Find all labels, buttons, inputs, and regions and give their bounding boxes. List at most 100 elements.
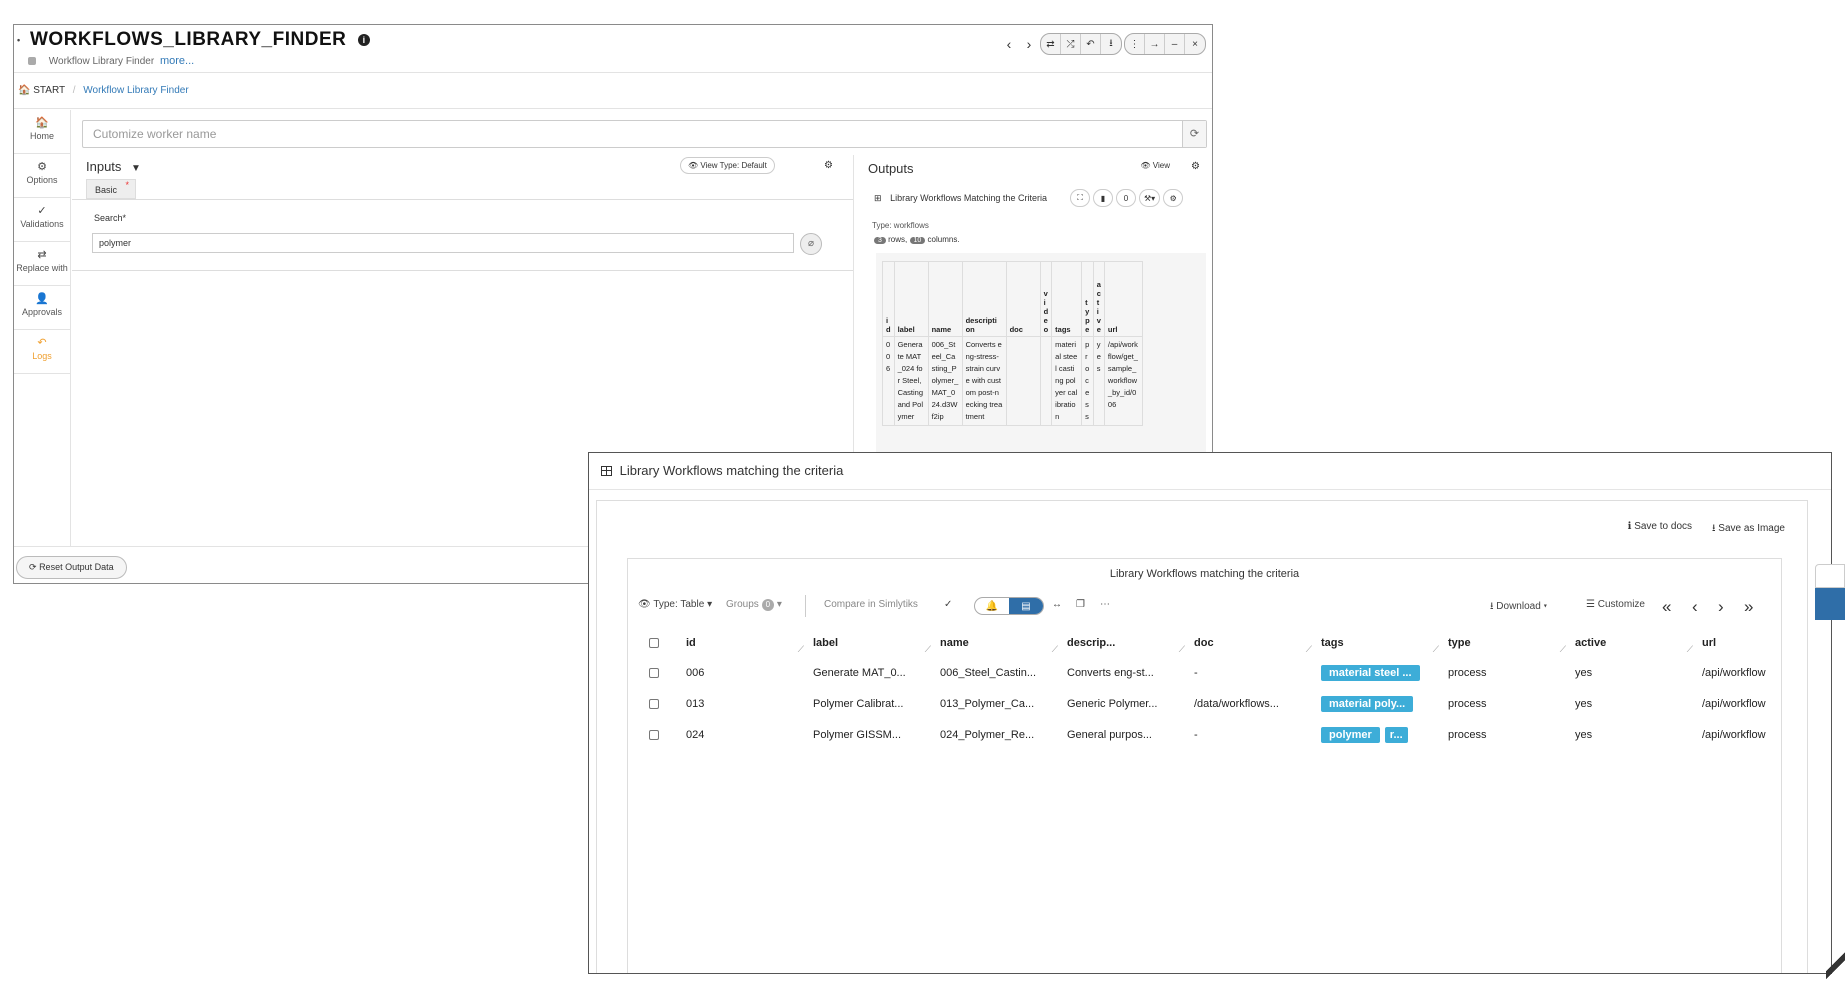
resize-horizontal-icon[interactable]: ↔ bbox=[1052, 599, 1062, 610]
col-header-name[interactable]: name ⟋ bbox=[939, 629, 1066, 657]
gear-icon[interactable]: ⚙ bbox=[1191, 161, 1200, 172]
check-icon[interactable]: ✓ bbox=[944, 599, 952, 610]
breadcrumb-current[interactable]: Workflow Library Finder bbox=[83, 85, 188, 96]
download-label: Download bbox=[1496, 601, 1541, 612]
count-button[interactable]: 0 bbox=[1116, 189, 1136, 207]
nav-back-icon[interactable]: ‹ bbox=[1000, 36, 1018, 52]
resize-handle-icon[interactable]: ⟋ bbox=[1179, 644, 1185, 655]
chart-icon[interactable]: ▮ bbox=[1093, 189, 1113, 207]
resize-handle-icon[interactable]: ⟋ bbox=[925, 644, 931, 655]
paperclip-icon[interactable]: ⌀ bbox=[800, 233, 822, 255]
col-header-tags[interactable]: tags ⟋ bbox=[1320, 629, 1447, 657]
select-all-checkbox[interactable] bbox=[649, 638, 659, 649]
resize-handle-icon[interactable]: ⟋ bbox=[1052, 644, 1058, 655]
columns-text: columns. bbox=[927, 235, 960, 244]
reset-output-data-button[interactable]: ⟳ Reset Output Data bbox=[16, 556, 127, 579]
edge-tab-active[interactable] bbox=[1815, 588, 1845, 620]
edge-tab-top[interactable] bbox=[1815, 564, 1845, 588]
view-toggle[interactable]: 🔔 ▤ bbox=[974, 597, 1044, 615]
table-row[interactable]: 024 Polymer GISSM... 024_Polymer_Re... G… bbox=[648, 719, 1783, 750]
minimize-icon[interactable]: – bbox=[1165, 34, 1185, 54]
col-header-doc[interactable]: doc ⟋ bbox=[1193, 629, 1320, 657]
table-icon: ⊞ bbox=[874, 193, 882, 203]
table-view-icon[interactable]: ▤ bbox=[1009, 598, 1043, 614]
table-row[interactable]: 006 Generate MAT_0... 006_Steel_Castin..… bbox=[648, 657, 1783, 688]
type-table-dropdown[interactable]: 👁 Type: Table ▾ bbox=[638, 599, 712, 610]
nav-item-validations[interactable]: ✓ Validations bbox=[14, 198, 70, 242]
next-page-icon[interactable]: › bbox=[1718, 597, 1724, 617]
info-icon[interactable]: i bbox=[358, 33, 371, 46]
row-checkbox[interactable] bbox=[649, 667, 659, 678]
shuffle-icon[interactable]: ⤮ bbox=[1061, 34, 1081, 54]
gear-icon[interactable]: ⚙ bbox=[824, 160, 833, 171]
library-workflows-heading: ⊞ Library Workflows Matching the Criteri… bbox=[874, 193, 1047, 204]
gear-icon[interactable]: ⚙ bbox=[1163, 189, 1184, 207]
compare-in-simlytiks-button[interactable]: Compare in Simlytiks bbox=[824, 599, 918, 610]
nav-forward-icon[interactable]: › bbox=[1020, 36, 1038, 52]
cell-url: /api/workflow bbox=[1702, 728, 1766, 741]
col-header-description[interactable]: descrip... ⟋ bbox=[1066, 629, 1193, 657]
pin-icon[interactable] bbox=[28, 57, 36, 66]
nav-item-options[interactable]: ⚙ Options bbox=[14, 154, 70, 198]
col-header-label[interactable]: label ⟋ bbox=[812, 629, 939, 657]
save-buttons: ℹ Save to docs ⭳ Save as Image bbox=[1628, 521, 1785, 538]
row-checkbox[interactable] bbox=[649, 698, 659, 709]
save-as-image-button[interactable]: ⭳ Save as Image bbox=[1712, 521, 1785, 538]
tag-badge: r... bbox=[1384, 726, 1408, 743]
resize-handle-icon[interactable]: ⟋ bbox=[1687, 644, 1693, 655]
nav-item-label: Options bbox=[26, 175, 58, 185]
tools-icon[interactable]: ⚒▾ bbox=[1139, 189, 1161, 207]
worker-name-input[interactable]: Cutomize worker name ⟳ bbox=[82, 120, 1207, 148]
side-edge-tab[interactable] bbox=[1815, 564, 1845, 624]
nav-item-approvals[interactable]: 👤 Approvals bbox=[14, 286, 70, 330]
prev-page-icon[interactable]: ‹ bbox=[1692, 597, 1698, 617]
nav-item-home[interactable]: 🏠 Home bbox=[14, 110, 70, 154]
bell-icon[interactable]: 🔔 bbox=[975, 598, 1009, 614]
nav-item-label: Replace with bbox=[16, 263, 68, 273]
required-marker: * bbox=[122, 213, 127, 223]
inputs-title[interactable]: Inputs ▼ bbox=[86, 159, 141, 174]
resize-handle-icon[interactable]: ⟋ bbox=[1560, 644, 1566, 655]
first-page-icon[interactable]: « bbox=[1662, 597, 1671, 617]
tab-divider bbox=[72, 199, 853, 200]
resize-handle-icon[interactable]: ⟋ bbox=[798, 644, 804, 655]
groups-dropdown[interactable]: Groups 0 ▾ bbox=[726, 599, 782, 611]
table-row[interactable]: 013 Polymer Calibrat... 013_Polymer_Ca..… bbox=[648, 688, 1783, 719]
col-header-active[interactable]: active ⟋ bbox=[1574, 629, 1701, 657]
caret-down-icon: ▾ bbox=[776, 599, 782, 610]
tab-basic-label: Basic bbox=[95, 185, 118, 195]
refresh-icon[interactable]: ⟳ bbox=[1182, 121, 1206, 147]
cell: Generate MAT_024 for Steel, Casting and … bbox=[893, 336, 929, 426]
row-checkbox[interactable] bbox=[649, 729, 659, 740]
arrow-right-icon[interactable]: → bbox=[1145, 34, 1165, 54]
table-row[interactable]: 0 0 6 Generate MAT_024 for Steel, Castin… bbox=[882, 336, 1143, 426]
download-dropdown[interactable]: ⭳ Download ▾ bbox=[1490, 599, 1547, 616]
undo-icon[interactable]: ↶ bbox=[1081, 34, 1101, 54]
view-type-button[interactable]: 👁 View Type: Default bbox=[680, 157, 775, 174]
tab-basic[interactable]: Basic * bbox=[86, 179, 136, 199]
more-link[interactable]: more... bbox=[160, 55, 194, 67]
nav-item-label: Logs bbox=[32, 351, 52, 361]
download-icon[interactable]: ⭳ bbox=[1101, 34, 1121, 54]
close-icon[interactable]: × bbox=[1185, 34, 1205, 54]
col-header-type[interactable]: type ⟋ bbox=[1447, 629, 1574, 657]
resize-grip-icon[interactable] bbox=[1826, 950, 1845, 984]
customize-button[interactable]: ☰ Customize bbox=[1586, 599, 1645, 610]
save-to-docs-button[interactable]: ℹ Save to docs bbox=[1628, 521, 1692, 538]
nav-item-logs[interactable]: ↶ Logs bbox=[14, 330, 70, 374]
col-header-id[interactable]: id ⟋ bbox=[685, 629, 812, 657]
last-page-icon[interactable]: » bbox=[1744, 597, 1753, 617]
col-header-url[interactable]: url bbox=[1701, 629, 1783, 657]
view-button[interactable]: 👁 View bbox=[1140, 161, 1170, 170]
breadcrumb-home[interactable]: 🏠 START bbox=[18, 85, 68, 96]
resize-handle-icon[interactable]: ⟋ bbox=[1306, 644, 1312, 655]
menu-icon[interactable]: ⋮ bbox=[1125, 34, 1145, 54]
swap-icon[interactable]: ⇄ bbox=[1041, 34, 1061, 54]
copy-icon[interactable]: ❐ bbox=[1076, 599, 1085, 610]
expand-icon[interactable]: ⛶ bbox=[1070, 189, 1090, 207]
library-buttons: ⛶ ▮ 0 ⚒▾ ⚙ bbox=[1070, 189, 1184, 207]
search-input[interactable]: polymer bbox=[92, 233, 794, 253]
resize-handle-icon[interactable]: ⟋ bbox=[1433, 644, 1439, 655]
more-icon[interactable]: ⋯ bbox=[1100, 599, 1110, 610]
nav-item-replace-with[interactable]: ⇄ Replace with bbox=[14, 242, 70, 286]
